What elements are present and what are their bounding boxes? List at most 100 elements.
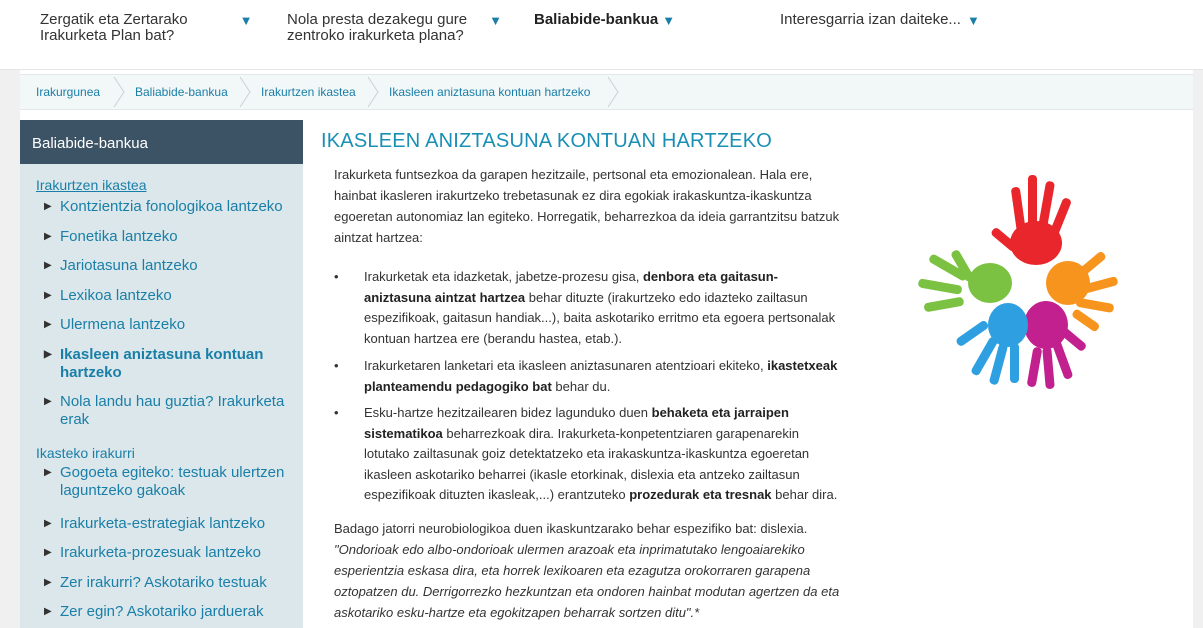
text-run: Irakurketaren lanketari eta ikasleen ani… [364, 358, 768, 373]
sidebar-item-ikasleen-aniztasuna[interactable]: ▶ Ikasleen aniztasuna kontuan hartzeko [42, 346, 302, 382]
sidebar-item-fonetika[interactable]: ▶ Fonetika lantzeko [42, 228, 302, 246]
quote-line: oztopatzen du. Derrigorrezko hezkuntzan … [334, 584, 840, 599]
bullet-dot: • [334, 269, 339, 284]
sidebar-item-nola-landu[interactable]: ▶ Nola landu hau guztia? Irakurketa erak [42, 393, 302, 429]
breadcrumb-separator-icon [113, 77, 125, 107]
triangle-right-icon: ▶ [44, 467, 52, 478]
intro-line: egoeretan autonomiaz lan egiteko. Horreg… [334, 209, 840, 224]
triangle-right-icon: ▶ [44, 201, 52, 212]
quote-line: askotariko esku-hartze eta egokitzapen b… [334, 605, 700, 620]
sidebar-item-label: Nola landu hau guztia? Irakurketa [60, 393, 285, 410]
sidebar-item-ulermena[interactable]: ▶ Ulermena lantzeko [42, 316, 302, 334]
bullet-line: espezifikoak dituzten ikasleak,...) eran… [364, 485, 899, 506]
sidebar-item-label: Gogoeta egiteko: testuak ulertzen [60, 464, 285, 481]
sidebar-item-label-line2: laguntzeko gakoak [60, 482, 186, 499]
text-run: behar dituzte (irakurtzeko edo idazteko … [525, 289, 808, 305]
menu-label: Baliabide-bankua [534, 11, 659, 28]
sidebar-item-label: Ikasleen aniztasuna kontuan [60, 346, 264, 363]
menu-item-nola-presta[interactable]: Nola presta dezakegu gure zentroko iraku… [287, 12, 502, 44]
triangle-right-icon: ▶ [44, 260, 52, 271]
bullet-line: planteamendu pedagogiko bat behar du. [364, 377, 899, 398]
quote-line: "Ondorioak edo albo-ondorioak ulermen ar… [334, 542, 805, 557]
sidebar-item-label: Irakurketa-prozesuak lantzeko [60, 544, 261, 561]
sidebar-item-label: Ulermena lantzeko [60, 316, 186, 333]
text-run: Esku-hartze hezitzailearen bidez lagundu… [364, 405, 652, 420]
menu-item-interesgarria[interactable]: Interesgarria izan daiteke... ▼ [780, 11, 980, 29]
sidebar: Baliabide-bankua Irakurtzen ikastea ▶ Kon… [20, 120, 303, 628]
triangle-right-icon: ▶ [44, 547, 52, 558]
sidebar-item-gogoeta[interactable]: ▶ Gogoeta egiteko: testuak ulertzen lagunt… [42, 464, 302, 500]
bullet-dot: • [334, 405, 339, 420]
chevron-down-icon: ▼ [966, 13, 980, 28]
menu-label: Interesgarria izan daiteke... [780, 11, 961, 28]
intro-line: hainbat ikasleren irakurtzeko trebetasun… [334, 188, 812, 203]
bold-run: prozedurak eta tresnak [629, 487, 772, 502]
breadcrumb-item-baliabide-bankua[interactable]: Baliabide-bankua [135, 75, 228, 109]
page-left-margin [0, 0, 20, 628]
sidebar-title: Baliabide-bankua [20, 120, 303, 164]
chevron-down-icon: ▼ [489, 13, 502, 28]
text-run: behar du. [551, 378, 611, 394]
bullet-line: Irakurketaren lanketari eta ikasleen ani… [364, 356, 899, 377]
bullet-line: lotutako zailtasunak goiz detektatzeko e… [364, 446, 810, 461]
bold-run: behaketa eta jarraipen [651, 405, 789, 420]
bullet-line: sistematikoa beharrezkoak dira. Irakurke… [364, 424, 899, 445]
closing-line: Badago jatorri neurobiologikoa duen ikas… [334, 521, 808, 536]
sidebar-item-label-line2: hartzeko [60, 364, 122, 381]
menu-item-zergatik[interactable]: Zergatik eta Zertarako Irakurketa Plan b… [40, 12, 252, 44]
bullet-line: aniztasuna aintzat hartzea behar dituzte… [364, 288, 899, 309]
menu-label-line1: Nola presta dezakegu gure [287, 11, 468, 28]
bullet-line: Esku-hartze hezitzailearen bidez lagundu… [364, 403, 899, 424]
bullet-line: kontuan hartzea ere (berandu hastea, eta… [364, 330, 623, 346]
sidebar-item-kontzientzia[interactable]: ▶ Kontzientzia fonologikoa lantzeko [42, 198, 302, 216]
bold-run: aniztasuna aintzat hartzea [364, 289, 526, 305]
triangle-right-icon: ▶ [44, 319, 52, 330]
sidebar-item-label: Irakurketa-estrategiak lantzeko [60, 515, 266, 532]
sidebar-item-zer-irakurri[interactable]: ▶ Zer irakurri? Askotariko testuak [42, 574, 302, 592]
bullet-text: Esku-hartze hezitzailearen bidez lagundu… [364, 403, 899, 506]
sidebar-section-irakurtzen-ikastea[interactable]: Irakurtzen ikastea [36, 177, 147, 193]
sidebar-item-prozesuak[interactable]: ▶ Irakurketa-prozesuak lantzeko [42, 544, 302, 562]
bullet-line: espezifikoak, gaitasun handiak...), bait… [364, 310, 836, 325]
triangle-right-icon: ▶ [44, 606, 52, 617]
breadcrumb-separator-icon [239, 77, 251, 107]
sidebar-item-label: Fonetika lantzeko [60, 228, 178, 245]
triangle-right-icon: ▶ [44, 577, 52, 588]
menu-item-baliabide-bankua[interactable]: Baliabide-bankua ▼ [534, 11, 676, 29]
sidebar-section-ikasteko-irakurri[interactable]: Ikasteko irakurri [36, 445, 135, 461]
breadcrumb-item-irakurgunea[interactable]: Irakurgunea [36, 75, 100, 109]
menu-label-line2: zentroko irakurketa plana? [287, 27, 464, 44]
text-run: Irakurketak eta idazketak, jabetze-proze… [364, 269, 643, 284]
sidebar-item-jariotasuna[interactable]: ▶ Jariotasuna lantzeko [42, 257, 302, 275]
sidebar-item-label: Zer egin? Askotariko jarduerak [60, 603, 264, 620]
breadcrumb: Irakurgunea Baliabide-bankua Irakurtzen … [20, 74, 1193, 110]
menu-label-line2: Irakurketa Plan bat? [40, 27, 175, 44]
breadcrumb-item-irakurtzen-ikastea[interactable]: Irakurtzen ikastea [261, 75, 356, 109]
bullet-line: ikasleen askotariko beharrei (ikasle eto… [364, 466, 800, 482]
sidebar-item-zer-egin[interactable]: ▶ Zer egin? Askotariko jarduerak [42, 603, 302, 621]
triangle-right-icon: ▶ [44, 290, 52, 301]
sidebar-item-label: Kontzientzia fonologikoa lantzeko [60, 198, 283, 215]
chevron-down-icon: ▼ [662, 13, 676, 28]
sidebar-item-label-line2: erak [60, 411, 90, 428]
sidebar-item-estrategiak[interactable]: ▶ Irakurketa-estrategiak lantzeko [42, 515, 302, 533]
bold-run: planteamendu pedagogiko bat [364, 378, 552, 394]
intro-line: Irakurketa funtsezkoa da garapen hezitza… [334, 167, 813, 182]
text-run: behar dira. [771, 487, 838, 502]
closing-paragraph: Badago jatorri neurobiologikoa duen ikas… [334, 518, 884, 623]
text-run: espezifikoak dituzten ikasleak,...) eran… [364, 487, 630, 502]
bold-run: sistematikoa [364, 425, 443, 441]
menu-label: Nola presta dezakegu gure zentroko iraku… [287, 12, 467, 44]
top-navigation: Zergatik eta Zertarako Irakurketa Plan b… [0, 0, 1203, 70]
page-right-margin [1193, 0, 1203, 628]
intro-paragraph: Irakurketa funtsezkoa da garapen hezitza… [334, 164, 884, 248]
sidebar-item-label: Jariotasuna lantzeko [60, 257, 198, 274]
sidebar-item-label: Lexikoa lantzeko [60, 287, 172, 304]
breadcrumb-item-current[interactable]: Ikasleen aniztasuna kontuan hartzeko [389, 75, 590, 109]
quote-line: esperientzia eskasa dira, eta horrek lex… [334, 563, 811, 578]
sidebar-item-lexikoa[interactable]: ▶ Lexikoa lantzeko [42, 287, 302, 305]
bullet-line: Irakurketak eta idazketak, jabetze-proze… [364, 267, 899, 288]
breadcrumb-separator-icon [607, 77, 619, 107]
bullet-text: Irakurketak eta idazketak, jabetze-proze… [364, 267, 899, 349]
breadcrumb-separator-icon [367, 77, 379, 107]
